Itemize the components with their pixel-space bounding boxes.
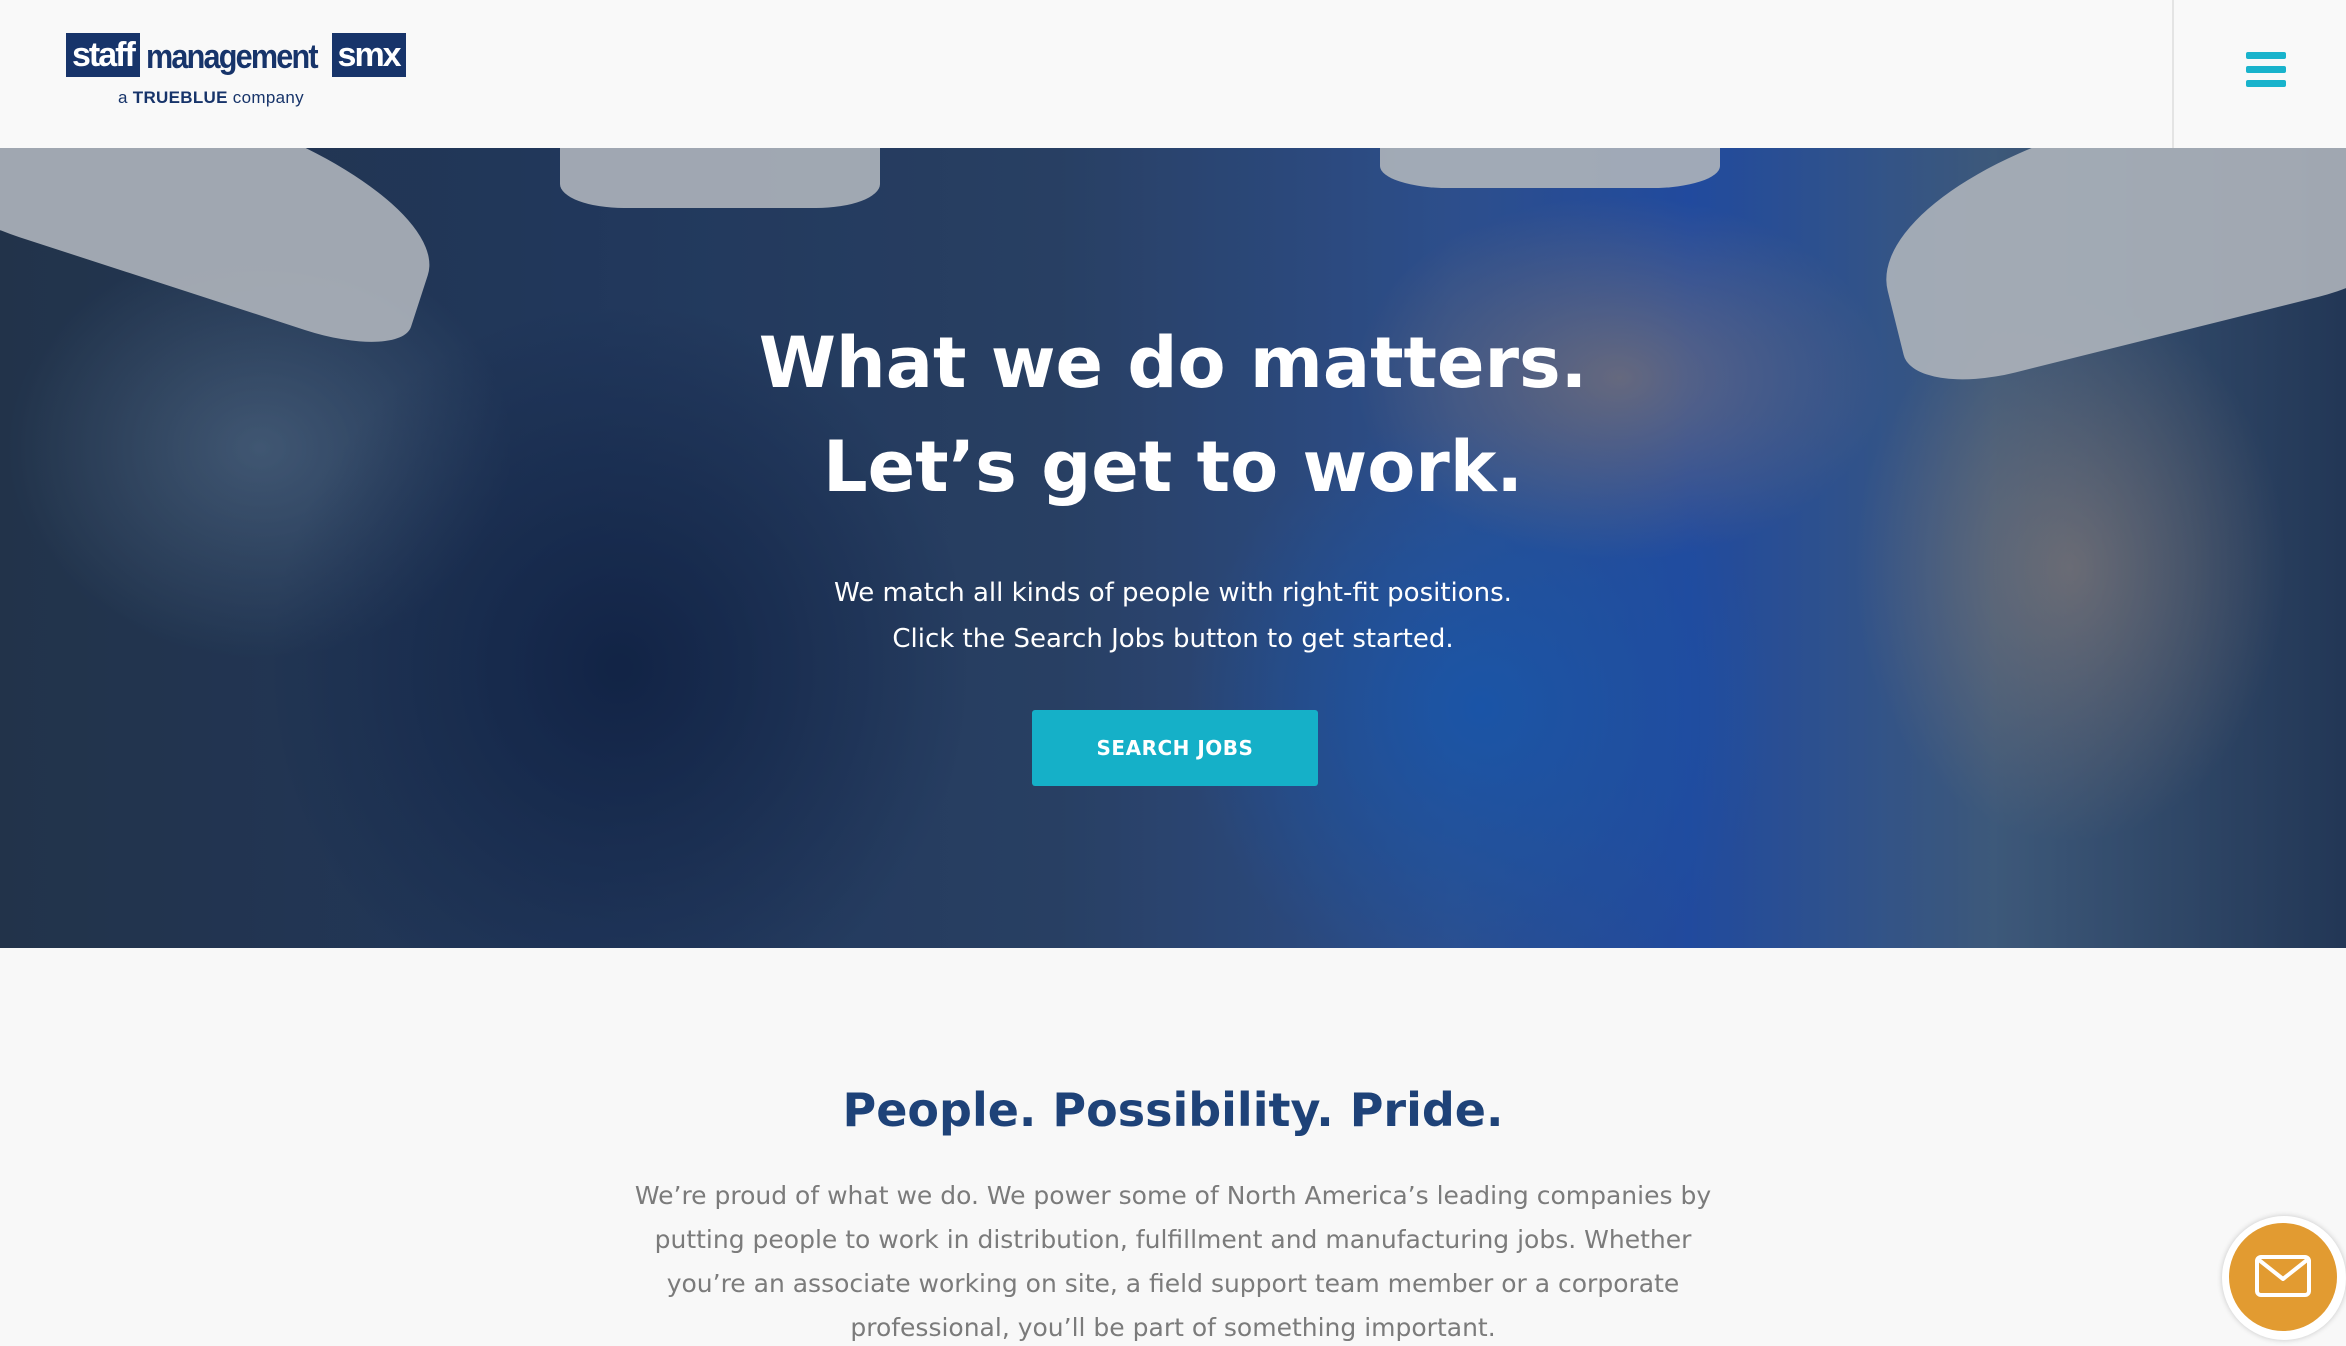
logo-tag-suffix: company [232, 88, 304, 107]
menu-bar [2246, 66, 2286, 73]
hero-title-line2: Let’s get to work. [823, 426, 1523, 508]
section-heading: People. Possibility. Pride. [842, 1083, 1504, 1137]
mail-button-circle [2229, 1223, 2337, 1331]
staff-management-logo[interactable]: staff management smx a TRUEBLUE company [66, 30, 406, 114]
hero-subtitle-line2: Click the Search Jobs button to get star… [892, 624, 1454, 654]
hero-overlay [0, 148, 2346, 948]
site-header: staff management smx a TRUEBLUE company [0, 0, 2346, 148]
logo-tag-brand: TRUEBLUE [132, 88, 228, 107]
logo-staff: staff [66, 33, 140, 77]
logo-tagline: a TRUEBLUE company [66, 88, 356, 108]
mail-icon [2255, 1255, 2311, 1297]
header-divider [2172, 0, 2174, 148]
intro-paragraph: We’re proud of what we do. We power some… [634, 1181, 1712, 1342]
search-jobs-button[interactable]: SEARCH JOBS [1032, 710, 1318, 786]
hero-title-line1: What we do matters. [758, 322, 1588, 404]
logo-management: management [145, 38, 319, 76]
menu-bar [2246, 80, 2286, 87]
hamburger-menu-icon[interactable] [2246, 52, 2288, 90]
hero-banner: What we do matters. Let’s get to work. W… [0, 148, 2346, 948]
logo-smx: smx [331, 33, 406, 77]
menu-bar [2246, 52, 2286, 59]
logo-wordmark: staff management smx [66, 30, 406, 80]
contact-mail-button[interactable] [2222, 1216, 2346, 1340]
logo-tag-prefix: a [118, 88, 128, 107]
hero-subtitle-line1: We match all kinds of people with right-… [834, 578, 1512, 608]
